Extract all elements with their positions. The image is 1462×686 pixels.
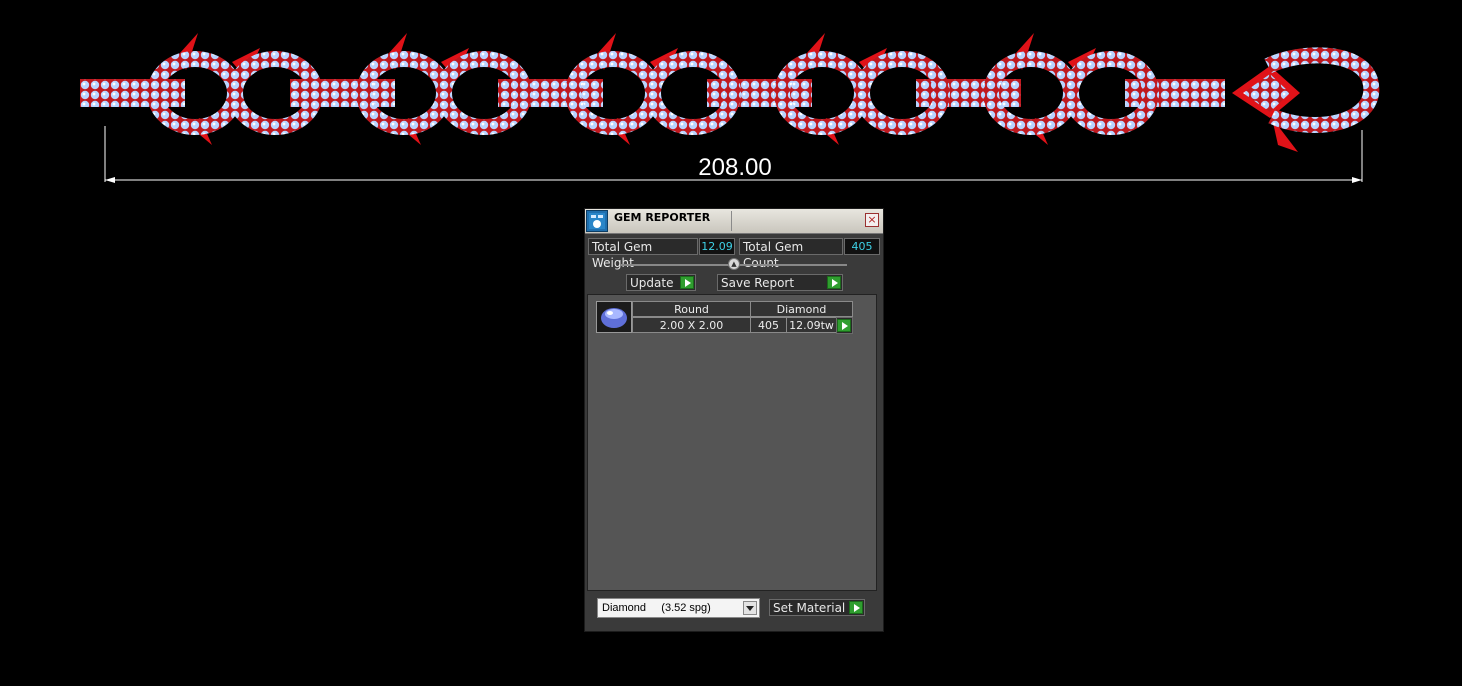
update-button[interactable]: Update — [626, 274, 696, 291]
title-separator — [731, 211, 732, 231]
update-button-label: Update — [630, 276, 674, 290]
total-gem-weight-label: Total Gem Weight — [588, 238, 698, 270]
model-viewport[interactable]: 208.00 — [0, 0, 1462, 200]
dimension-label: 208.00 — [698, 154, 772, 181]
material-select-value: Diamond (3.52 spg) — [602, 602, 711, 614]
play-icon — [827, 276, 841, 289]
gem-reporter-panel: GEM REPORTER × Total Gem Weight 12.09 To… — [584, 208, 884, 632]
panel-titlebar[interactable]: GEM REPORTER × — [585, 209, 883, 234]
save-report-button[interactable]: Save Report — [717, 274, 843, 291]
chevron-down-icon[interactable] — [743, 601, 757, 615]
slider-handle[interactable]: ▲ — [728, 258, 740, 270]
gem-shape-cell: Round — [632, 301, 751, 317]
round-gem-icon — [596, 301, 632, 333]
set-material-button-label: Set Material — [773, 601, 846, 615]
save-report-button-label: Save Report — [721, 276, 795, 290]
total-gem-count-value: 405 — [844, 238, 880, 255]
material-select[interactable]: Diamond (3.52 spg) — [597, 598, 760, 618]
gem-row-select-button[interactable] — [836, 317, 853, 334]
gem-count-cell: 405 — [750, 317, 787, 333]
close-button[interactable]: × — [865, 213, 879, 227]
gem-list[interactable]: Round Diamond 2.00 X 2.00 405 12.09tw — [587, 294, 877, 591]
gem-reporter-icon — [586, 210, 608, 232]
play-icon — [680, 276, 694, 289]
total-gem-count-label: Total Gem Count — [739, 238, 843, 270]
set-material-button[interactable]: Set Material — [769, 599, 865, 616]
play-icon — [837, 319, 851, 332]
gem-weight-cell: 12.09tw — [786, 317, 837, 333]
bracelet-clasp — [1232, 47, 1380, 152]
panel-title: GEM REPORTER — [614, 211, 711, 224]
gem-size-cell: 2.00 X 2.00 — [632, 317, 751, 333]
play-icon — [849, 601, 863, 614]
gem-material-cell: Diamond — [750, 301, 853, 317]
total-gem-weight-value: 12.09 — [699, 238, 735, 255]
